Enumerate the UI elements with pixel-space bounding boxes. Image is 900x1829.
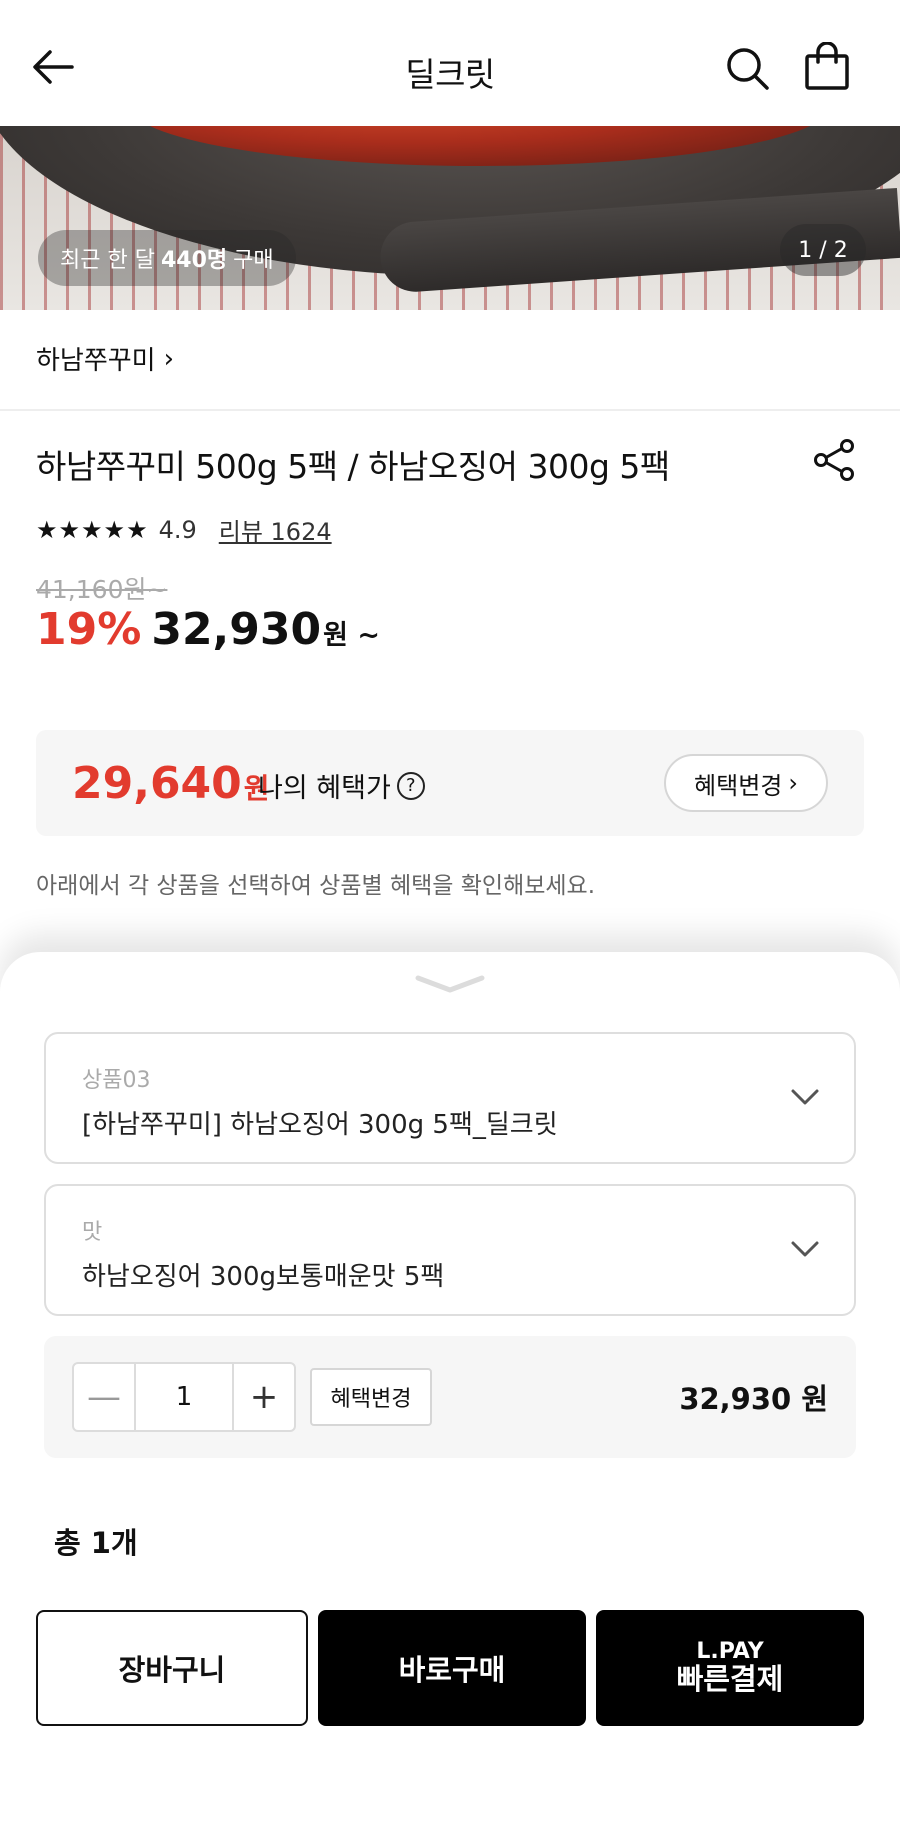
image-pager: 1 / 2 [780,224,866,276]
benefit-price-value: 29,640 [72,758,242,809]
brand-name: 하남쭈꾸미 [36,346,156,376]
select-label: 상품03 [82,1068,151,1093]
option-bottom-sheet: 상품03 [하남쭈꾸미] 하남오징어 300g 5팩_딜크릿 맛 하남오징어 3… [0,952,900,1829]
flavor-option-select[interactable]: 맛 하남오징어 300g보통매운맛 5팩 [44,1184,856,1316]
original-price: 41,160원~ [36,575,168,604]
increase-button[interactable]: + [234,1364,294,1430]
lpay-label: L.PAY [696,1638,764,1664]
item-subtotal: 32,930 원 [679,1382,828,1416]
benefit-change-button[interactable]: 혜택변경 › [664,754,828,812]
review-link[interactable]: 리뷰 1624 [219,512,332,547]
badge-count: 440명 [160,248,228,273]
star-rating-icon: ★★★★★ [36,515,149,544]
rating-row: ★★★★★ 4.9 리뷰 1624 [36,512,332,547]
lpay-quick-pay-button[interactable]: L.PAY 빠른결제 [596,1610,864,1726]
purchase-count-badge: 최근 한 달 440명 구매 [38,230,296,286]
chevron-right-icon: › [788,769,798,797]
benefit-change-label: 혜택변경 [694,771,783,800]
total-count: 총 1개 [54,1526,138,1560]
chevron-right-icon: › [163,343,175,374]
quantity-stepper: — 1 + [72,1362,296,1432]
discount-rate: 19% [36,604,142,655]
product-title: 하남쭈꾸미 500g 5팩 / 하남오징어 300g 5팩 [36,447,670,486]
chevron-down-icon [790,1238,820,1260]
benefit-label: 나의 혜택가 ? [258,766,425,805]
product-image-carousel[interactable]: 최근 한 달 440명 구매 1 / 2 [0,126,900,310]
top-app-bar: 딜크릿 [0,0,900,126]
shopping-bag-icon[interactable] [803,41,853,94]
purchase-actions: 장바구니 바로구매 L.PAY 빠른결제 [36,1610,864,1726]
select-value: 하남오징어 300g보통매운맛 5팩 [82,1262,445,1292]
chevron-down-icon [790,1086,820,1108]
benefit-price-box: 29,640 원 나의 혜택가 ? 혜택변경 › [36,730,864,836]
brand-link[interactable]: 하남쭈꾸미 › [36,340,174,377]
benefit-label-text: 나의 혜택가 [258,773,391,804]
buy-now-button[interactable]: 바로구매 [318,1610,586,1726]
sheet-collapse-handle-icon[interactable] [412,972,488,996]
quantity-value[interactable]: 1 [134,1364,234,1430]
product-option-select[interactable]: 상품03 [하남쭈꾸미] 하남오징어 300g 5팩_딜크릿 [44,1032,856,1164]
badge-suffix: 구매 [233,248,274,273]
price-row: 19% 32,930 원 ~ [36,604,380,655]
select-label: 맛 [82,1220,103,1245]
share-icon[interactable] [812,438,860,486]
decrease-button[interactable]: — [74,1364,134,1430]
quick-pay-label: 빠른결제 [676,1662,784,1697]
select-value: [하남쭈꾸미] 하남오징어 300g 5팩_딜크릿 [82,1110,558,1140]
badge-prefix: 최근 한 달 [60,248,155,273]
sale-price-unit: 원 ~ [323,620,380,651]
divider [0,409,900,411]
benefit-notice: 아래에서 각 상품을 선택하여 상품별 혜택을 확인해보세요. [36,873,596,899]
selected-item-row: — 1 + 혜택변경 32,930 원 [44,1336,856,1458]
add-to-cart-button[interactable]: 장바구니 [36,1610,308,1726]
item-benefit-change-button[interactable]: 혜택변경 [310,1368,432,1426]
help-icon[interactable]: ? [396,771,425,800]
sale-price: 32,930 [151,604,322,655]
rating-score: 4.9 [158,515,197,544]
search-icon[interactable] [723,44,773,94]
benefit-price: 29,640 원 [72,758,270,809]
